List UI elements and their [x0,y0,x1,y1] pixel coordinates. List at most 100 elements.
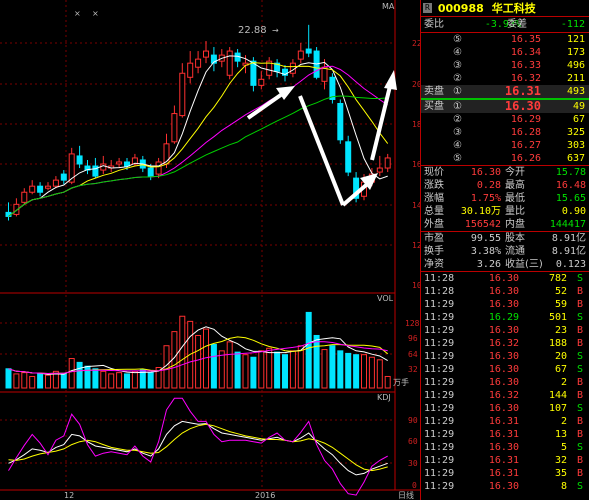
tick-price: 16.29 [488,312,519,323]
candle-body [337,103,344,141]
tick-time: 11:29 [424,338,455,349]
ask-level: ④ [453,47,462,58]
volume-bar [353,354,360,389]
tick-volume: 144 [548,390,567,401]
tick-volume: 2 [560,377,567,388]
tick-price: 16.30 [488,481,519,492]
volume-bar [250,356,257,389]
info-value: 3.26 [476,259,501,270]
tick-row[interactable]: 11:29 16.31 13 B [421,428,589,441]
candle-body [179,72,186,117]
volume-bar [266,347,273,389]
candle-body [116,161,123,165]
info-label: 最低 [505,193,525,204]
stock-code: 000988 [437,1,484,15]
quote-info-1: 现价 16.30 今开 15.78 涨跌 0.28 最高 16.48 涨幅 1.75% 最低 15.6… [421,166,589,231]
r-badge: R [423,3,432,13]
tick-volume: 52 [554,286,567,297]
tick-side: B [576,416,583,427]
volume-bar [289,350,296,389]
tick-side: B [576,299,583,310]
tick-row[interactable]: 11:29 16.30 23 B [421,324,589,337]
bid-price: 16.26 [510,153,541,164]
close-icon-1[interactable]: × [74,9,81,18]
info-value: 8.91亿 [551,246,586,257]
tick-row[interactable]: 11:28 16.30 52 B [421,285,589,298]
candle-body [124,161,130,167]
bid-row: ② 16.29 67 [421,113,589,126]
tick-volume: 188 [548,338,567,349]
tick-side: B [576,377,583,388]
ask-volume: 493 [566,86,585,97]
kline-chart-area[interactable]: × × MA VOL KDJ 万手 12 2016 日线 22.88 → 22 … [0,0,420,500]
info-label: 净资 [424,259,444,270]
info-label: 今开 [505,167,525,178]
tick-volume: 35 [554,468,567,479]
tick-side: S [576,351,583,362]
volume-bar [297,345,304,389]
tick-row[interactable]: 11:29 16.30 8 S [421,480,589,493]
close-icon-2[interactable]: × [92,9,99,18]
chart-canvas[interactable]: × × MA VOL KDJ 万手 12 2016 日线 22.88 → 22 … [0,0,420,500]
info-row: 涨跌 0.28 最高 16.48 [421,179,589,192]
bid-volume: 67 [572,114,585,125]
tick-price: 16.30 [488,403,519,414]
tick-price: 16.31 [488,429,519,440]
bid-level: ④ [453,140,462,151]
tick-row[interactable]: 11:29 16.30 107 S [421,402,589,415]
volume-bar [234,351,241,389]
volume-bar [305,311,312,389]
info-value: 156542 [464,219,501,230]
info-value: 0.28 [476,180,501,191]
price-axis-tick: 20 [412,80,420,89]
info-label: 现价 [424,167,444,178]
ask-row: ③ 16.33 496 [421,59,589,72]
tick-row[interactable]: 11:29 16.29 501 S [421,311,589,324]
price-axis-tick: 12 [412,241,420,250]
volume-bar [147,372,154,389]
tick-volume: 782 [548,273,567,284]
ask-price: 16.33 [510,60,541,71]
info-label: 总量 [424,206,444,217]
tick-side: S [576,273,583,284]
candle-body [92,165,99,177]
volume-bar [21,372,28,389]
tick-row[interactable]: 11:29 16.30 67 S [421,363,589,376]
info-value: 15.78 [555,167,586,178]
tick-volume: 67 [554,364,567,375]
commission-diff: -112 [560,19,585,30]
ask-volume: 173 [566,47,585,58]
tick-row[interactable]: 11:29 16.32 144 B [421,389,589,402]
volume-bar [29,375,36,389]
volume-bar [226,341,233,389]
tick-row[interactable]: 11:29 16.32 188 B [421,337,589,350]
tick-row[interactable]: 11:29 16.31 32 B [421,454,589,467]
ask-level: ⑤ [453,34,462,45]
info-label: 涨幅 [424,193,444,204]
price-axis-tick: 14 [412,201,420,210]
volume-bar [282,354,288,389]
info-value: 1.75% [470,193,501,204]
candle-body [321,66,328,82]
period-label[interactable]: 日线 [398,490,414,500]
volume-bar [131,370,138,389]
tick-row[interactable]: 11:29 16.30 59 B [421,298,589,311]
candle-body [203,50,209,58]
quote-panel: R 000988 华工科技 委比 -3.93% 委差 -112 ⑤ 16.35 12… [420,0,589,500]
tick-row[interactable]: 11:29 16.30 5 S [421,441,589,454]
tick-row[interactable]: 11:29 16.31 35 B [421,467,589,480]
tick-row[interactable]: 11:29 16.31 2 B [421,415,589,428]
tick-row[interactable]: 11:29 16.30 20 S [421,350,589,363]
price-axis-tick: 16 [412,160,420,169]
tick-row[interactable]: 11:29 16.30 2 B [421,376,589,389]
ask-price: 16.35 [510,34,541,45]
candle-body [29,185,36,193]
tick-row[interactable]: 11:28 16.30 782 S [421,272,589,285]
tick-list[interactable]: 11:28 16.30 782 S 11:28 16.30 52 B 11:29 16.30 59 B… [421,272,589,493]
candle-body [305,48,312,54]
volume-bar [361,354,367,389]
ask-price: 16.31 [504,84,541,98]
tick-price: 16.30 [488,377,519,388]
vol-axis-tick: 128 [405,319,420,328]
ask-level: ③ [453,60,462,71]
